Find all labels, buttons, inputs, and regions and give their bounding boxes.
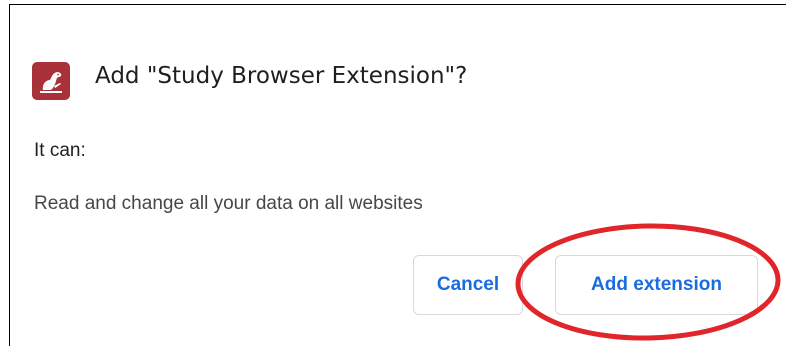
capabilities-heading: It can:	[34, 140, 86, 161]
add-extension-button[interactable]: Add extension	[555, 255, 758, 315]
screenshot-canvas: Add "Study Browser Extension"? It can: R…	[0, 0, 786, 346]
add-extension-dialog: Add "Study Browser Extension"? It can: R…	[10, 5, 786, 346]
extension-logo-icon	[32, 62, 70, 100]
cancel-button[interactable]: Cancel	[413, 255, 523, 315]
permission-item: Read and change all your data on all web…	[34, 193, 423, 214]
rodent-logo-icon	[40, 72, 62, 93]
dialog-title: Add "Study Browser Extension"?	[95, 63, 468, 89]
